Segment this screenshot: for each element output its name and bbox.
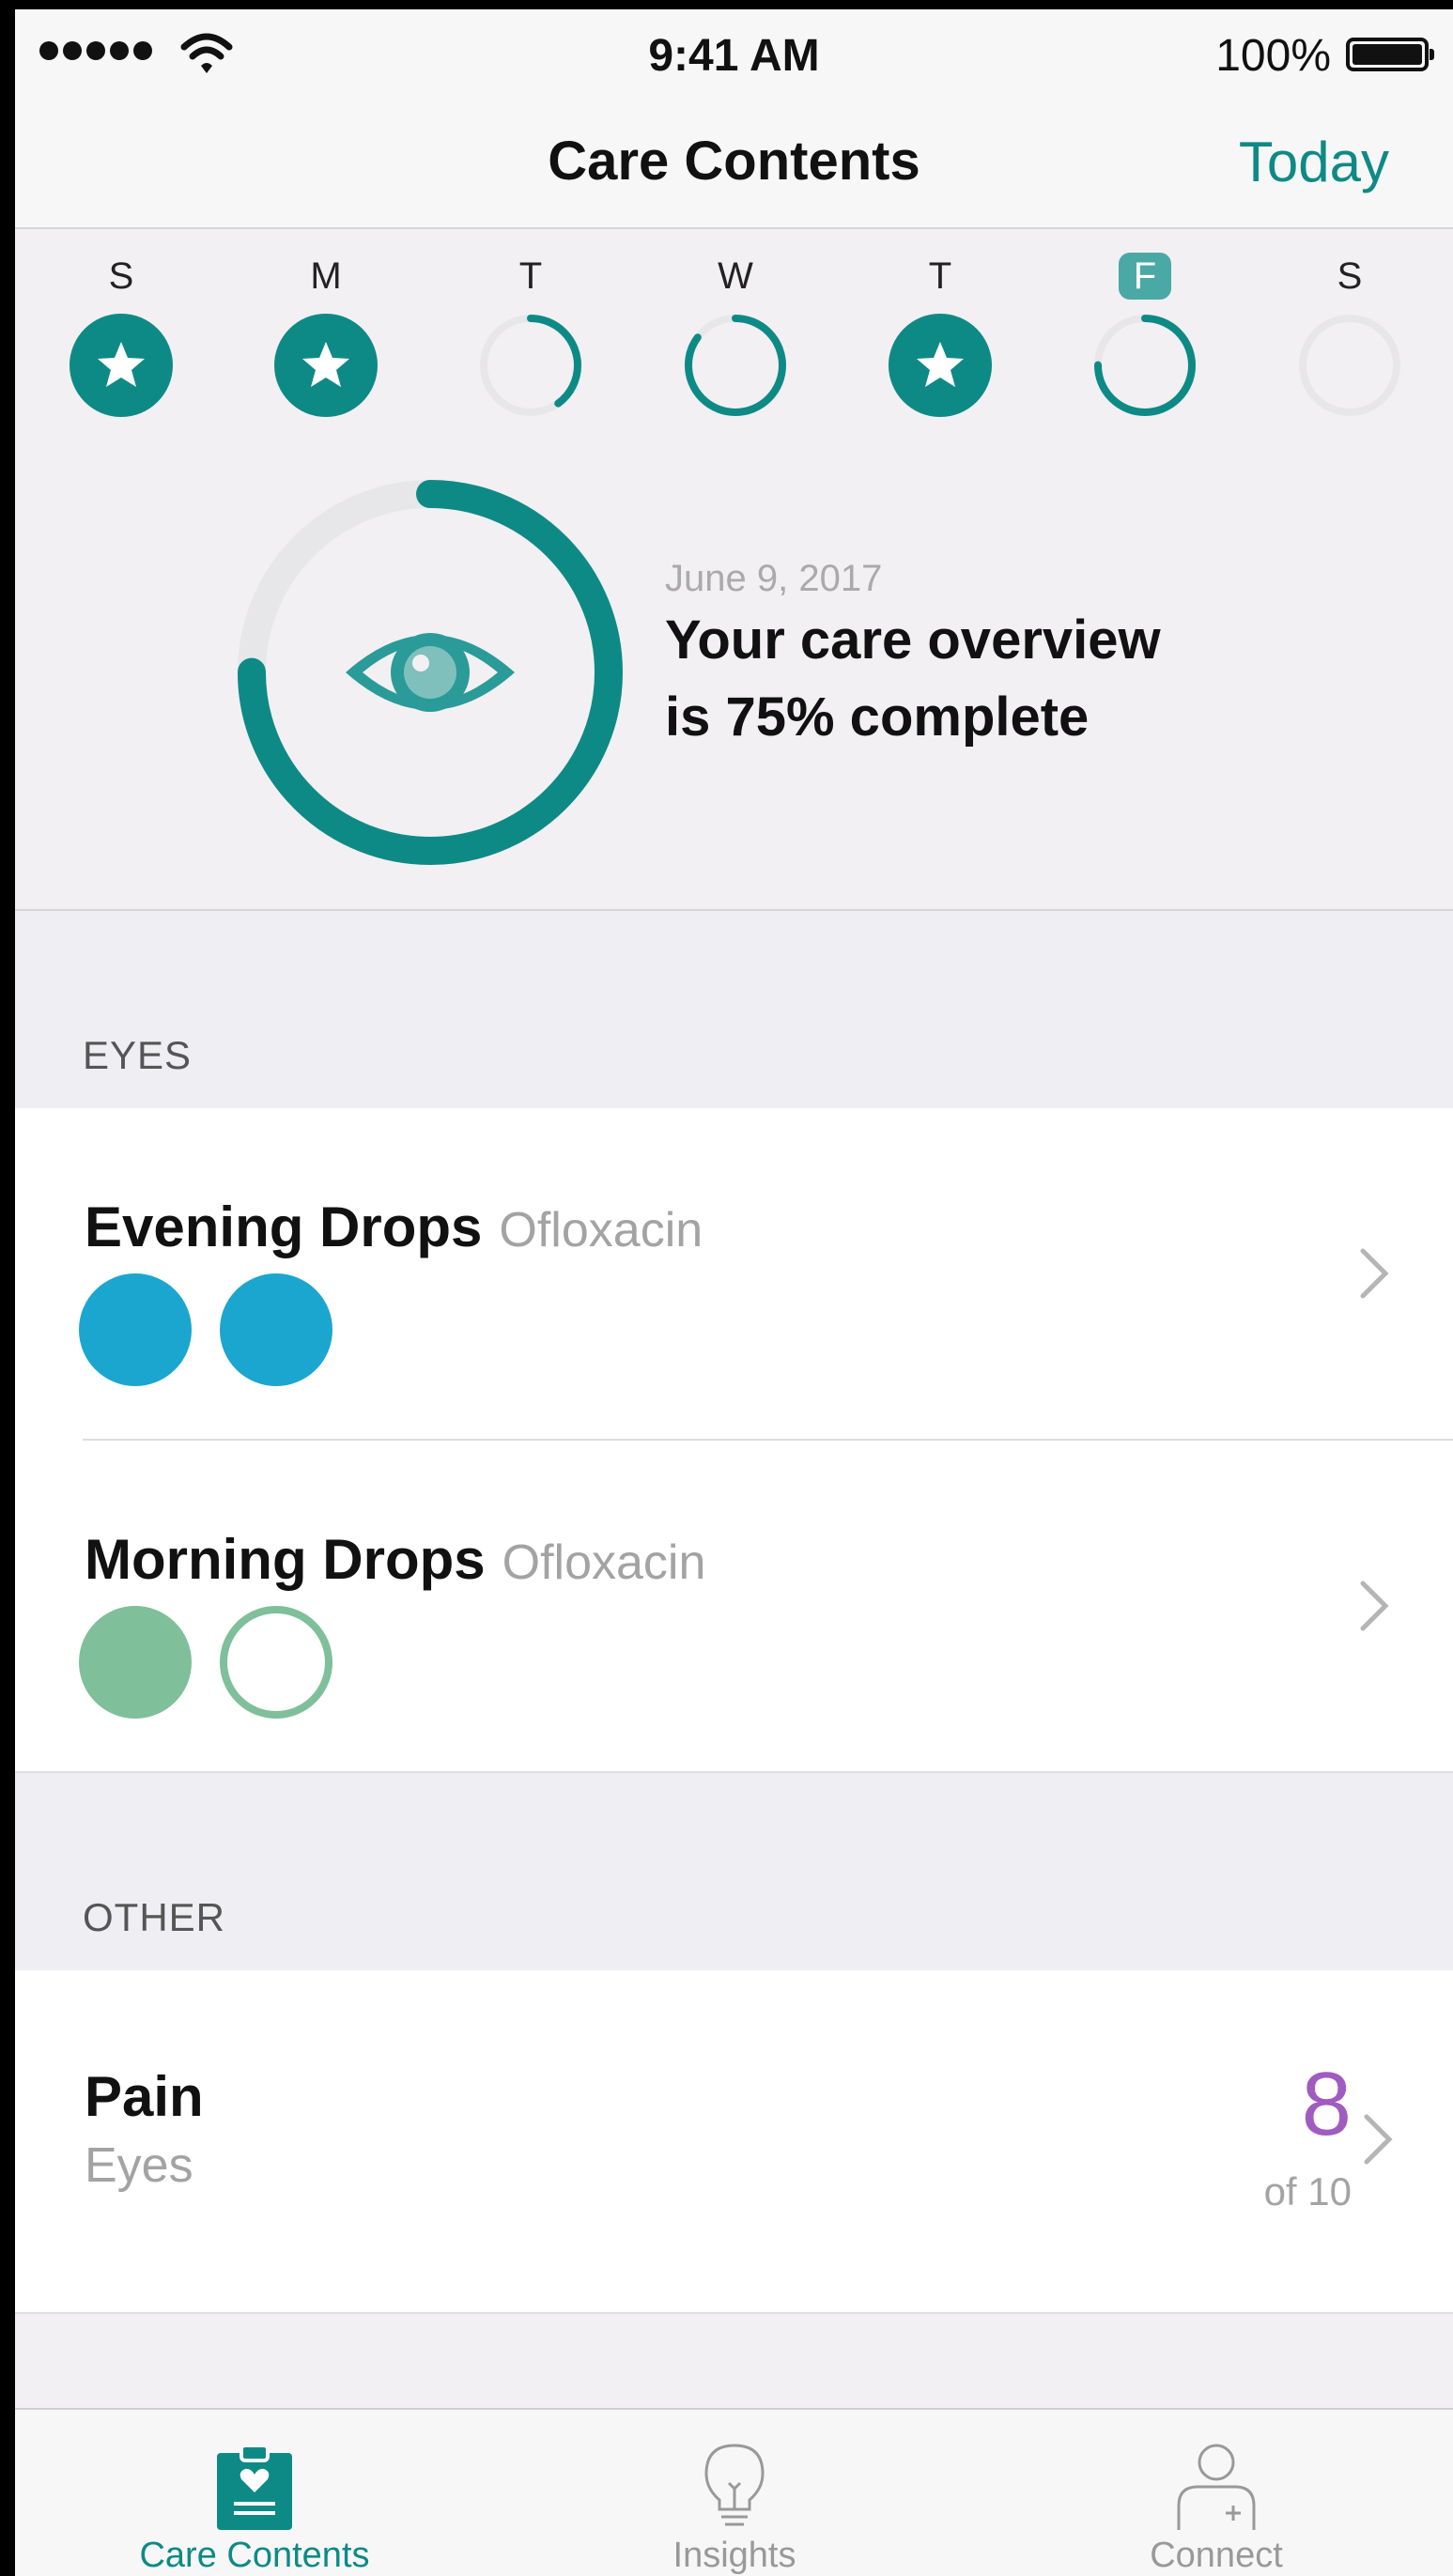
day-letter: S [1337, 255, 1363, 297]
day-complete-star-icon [274, 314, 378, 417]
tab-label: Care Contents [139, 2536, 370, 2575]
tab-insights[interactable]: Insights [565, 2410, 904, 2576]
day-progress-ring [1094, 315, 1196, 416]
event-dot-filled[interactable] [79, 1606, 192, 1719]
section-label: OTHER [83, 1895, 225, 1939]
row-subtitle: Ofloxacin [502, 1535, 706, 1590]
week-calendar: S M T W T F S [15, 229, 1453, 445]
day-progress-ring [1299, 315, 1400, 416]
care-overview: June 9, 2017 Your care overview is 75% c… [15, 447, 1453, 911]
section-header-eyes: EYES [15, 911, 1453, 1108]
app-screen: 9:41 AM 100% Care Contents Today S M T W… [15, 9, 1453, 2576]
day-thursday[interactable]: T [884, 250, 997, 417]
day-monday[interactable]: M [270, 250, 382, 417]
day-complete-star-icon [889, 314, 992, 417]
day-letter: T [518, 255, 543, 297]
lightbulb-icon [704, 2444, 765, 2526]
day-complete-star-icon [70, 314, 173, 417]
event-dots [79, 1606, 332, 1719]
row-title-text: Morning Drops [85, 1528, 486, 1591]
section-header-other: OTHER [15, 1773, 1453, 1970]
tab-care-contents[interactable]: Care Contents [85, 2410, 424, 2576]
day-sunday[interactable]: S [65, 250, 178, 417]
row-subtitle: Ofloxacin [499, 1203, 703, 1257]
overview-progress-ring [238, 480, 623, 865]
overview-headline-line1: Your care overview [665, 609, 1161, 671]
day-saturday[interactable]: S [1293, 250, 1406, 417]
event-dot-filled[interactable] [79, 1273, 192, 1386]
row-subtitle: Eyes [85, 2138, 193, 2193]
overview-headline-line2: is 75% complete [665, 686, 1090, 748]
event-dot-empty[interactable] [220, 1606, 332, 1719]
page-title: Care Contents [548, 131, 920, 192]
tab-label: Connect [1150, 2536, 1283, 2575]
chevron-right-icon [1360, 1248, 1389, 1299]
row-title-text: Evening Drops [85, 1195, 483, 1258]
event-dot-filled[interactable] [220, 1273, 332, 1386]
row-title: Pain [85, 2065, 204, 2128]
pain-score-scale: of 10 [1263, 2169, 1352, 2214]
day-progress-ring [480, 315, 581, 416]
list-item-evening-drops[interactable]: Evening Drops Ofloxacin [15, 1108, 1453, 1441]
navigation-bar: Care Contents Today [15, 94, 1453, 229]
day-progress-ring [685, 315, 786, 416]
person-plus-icon [1177, 2444, 1256, 2530]
tab-bar: Care Contents Insights Connect [15, 2408, 1453, 2576]
day-letter: T [928, 255, 952, 297]
row-title: Morning Drops Ofloxacin [85, 1527, 705, 1592]
day-letter: S [108, 255, 134, 297]
chevron-right-icon [1364, 2114, 1393, 2165]
day-friday[interactable]: F [1089, 250, 1201, 417]
list-item-pain[interactable]: Pain Eyes 8 of 10 [15, 1970, 1453, 2314]
status-bar: 9:41 AM 100% [15, 9, 1453, 94]
today-button[interactable]: Today [1239, 130, 1389, 194]
battery-percentage: 100% [1215, 31, 1331, 81]
clipboard-heart-icon [217, 2444, 292, 2530]
day-tuesday[interactable]: T [474, 250, 587, 417]
day-letter: W [718, 255, 753, 297]
list-item-morning-drops[interactable]: Morning Drops Ofloxacin [15, 1441, 1453, 1773]
battery-icon [1346, 38, 1434, 71]
day-letter-selected: F [1118, 253, 1172, 300]
row-title: Evening Drops Ofloxacin [85, 1195, 703, 1259]
event-dots [79, 1273, 332, 1386]
overview-date: June 9, 2017 [665, 558, 883, 599]
tab-label: Insights [672, 2536, 796, 2575]
day-wednesday[interactable]: W [679, 250, 792, 417]
chevron-right-icon [1360, 1581, 1389, 1631]
eye-icon [346, 633, 515, 712]
pain-score-value: 8 [1301, 2054, 1352, 2154]
section-label: EYES [83, 1033, 193, 1077]
day-letter: M [310, 255, 342, 297]
tab-connect[interactable]: Connect [1047, 2410, 1385, 2576]
